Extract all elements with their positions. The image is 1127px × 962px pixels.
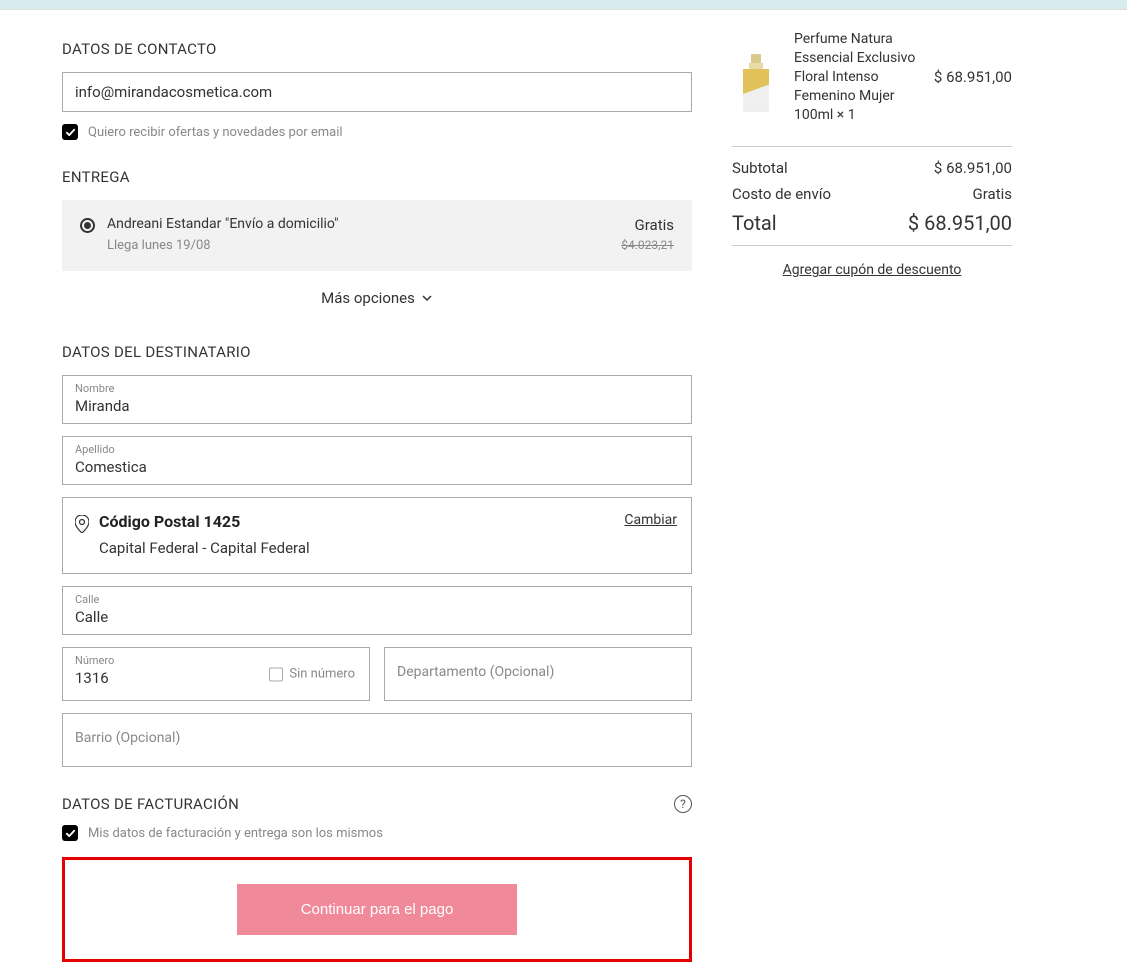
email-field[interactable]: info@mirandacosmetica.com <box>62 72 692 112</box>
shipping-price-free: Gratis <box>621 216 674 234</box>
continue-button[interactable]: Continuar para el pago <box>237 884 517 935</box>
shipping-heading: ENTREGA <box>62 168 692 186</box>
subtotal-row: Subtotal $ 68.951,00 <box>732 159 1012 177</box>
checkbox-checked-icon <box>62 124 78 140</box>
number-label: Número <box>75 654 357 667</box>
radio-selected-icon <box>80 218 95 233</box>
shipping-price-old: $4.023,21 <box>621 238 674 252</box>
add-coupon-link[interactable]: Agregar cupón de descuento <box>732 262 1012 278</box>
checkbox-checked-icon <box>62 825 78 841</box>
name-field[interactable]: Nombre Miranda <box>62 375 692 424</box>
total-row: Total $ 68.951,00 <box>732 211 1012 235</box>
postal-sub: Capital Federal - Capital Federal <box>99 539 310 557</box>
no-number-checkbox[interactable]: Sin número <box>269 667 355 682</box>
number-field[interactable]: Número 1316 Sin número <box>62 647 370 701</box>
offers-checkbox-row[interactable]: Quiero recibir ofertas y novedades por e… <box>62 124 692 140</box>
shipping-cost-row: Costo de envío Gratis <box>732 185 1012 203</box>
shipping-option[interactable]: Andreani Estandar "Envío a domicilio" Ll… <box>62 200 692 271</box>
product-price: $ 68.951,00 <box>934 68 1012 86</box>
divider <box>732 146 1012 147</box>
checkbox-empty-icon <box>269 667 283 681</box>
billing-heading: DATOS DE FACTURACIÓN <box>62 795 239 813</box>
chevron-down-icon <box>421 292 433 304</box>
change-postal-link[interactable]: Cambiar <box>624 512 677 528</box>
cart-item: Perfume Natura Essencial Exclusivo Flora… <box>732 30 1012 140</box>
help-icon[interactable]: ? <box>674 795 692 813</box>
billing-same-checkbox-row[interactable]: Mis datos de facturación y entrega son l… <box>62 825 692 841</box>
lastname-field[interactable]: Apellido Comestica <box>62 436 692 485</box>
street-field[interactable]: Calle Calle <box>62 586 692 635</box>
billing-same-label: Mis datos de facturación y entrega son l… <box>88 826 383 841</box>
department-field[interactable]: Departamento (Opcional) <box>384 647 692 701</box>
product-image <box>732 42 780 112</box>
name-label: Nombre <box>75 382 679 395</box>
recipient-heading: DATOS DEL DESTINATARIO <box>62 343 692 361</box>
name-value: Miranda <box>75 397 679 415</box>
lastname-label: Apellido <box>75 443 679 456</box>
header-strip <box>0 0 1127 10</box>
street-value: Calle <box>75 608 679 626</box>
postal-title: Código Postal 1425 <box>99 512 310 531</box>
contact-heading: DATOS DE CONTACTO <box>62 40 692 58</box>
more-shipping-options[interactable]: Más opciones <box>62 271 692 333</box>
postal-box: Código Postal 1425 Capital Federal - Cap… <box>62 497 692 574</box>
offers-label: Quiero recibir ofertas y novedades por e… <box>88 125 343 140</box>
divider <box>732 245 1012 246</box>
lastname-value: Comestica <box>75 458 679 476</box>
continue-highlight-box: Continuar para el pago <box>62 857 692 962</box>
shipping-option-sub: Llega lunes 19/08 <box>107 238 338 253</box>
location-pin-icon <box>75 515 89 533</box>
shipping-option-title: Andreani Estandar "Envío a domicilio" <box>107 216 338 232</box>
street-label: Calle <box>75 593 679 606</box>
barrio-field[interactable]: Barrio (Opcional) <box>62 713 692 767</box>
product-name: Perfume Natura Essencial Exclusivo Flora… <box>794 30 920 124</box>
